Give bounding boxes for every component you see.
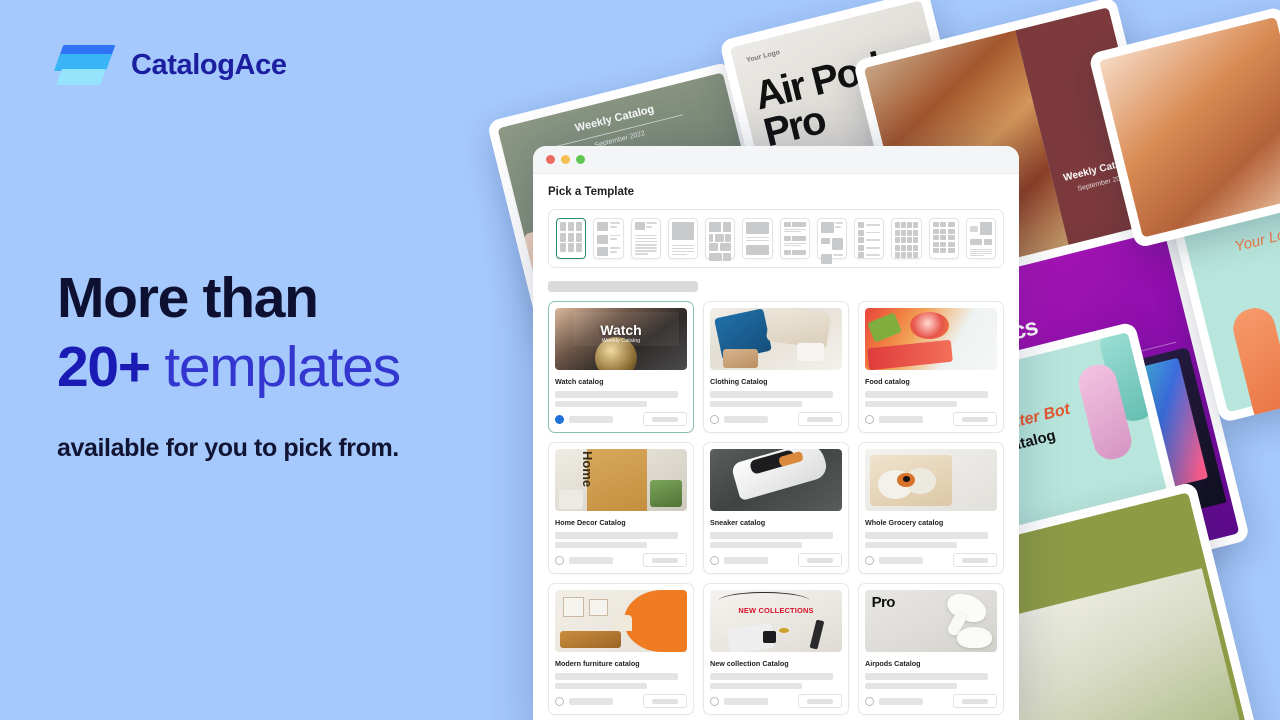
card-action-button[interactable] bbox=[798, 553, 842, 567]
card-radio-label bbox=[879, 556, 923, 564]
template-card-home-decor[interactable]: Home Home Decor Catalog bbox=[548, 442, 694, 574]
layout-thumb-dense-grid[interactable] bbox=[891, 218, 922, 259]
layout-thumb-table-list[interactable] bbox=[928, 218, 959, 259]
template-layout-strip bbox=[548, 209, 1004, 268]
card-title: Airpods Catalog bbox=[865, 659, 921, 668]
catalog-flag-logo-icon bbox=[53, 42, 116, 88]
layout-thumb-grid-3x3[interactable] bbox=[556, 218, 587, 259]
card-action-button[interactable] bbox=[798, 412, 842, 426]
card-radio[interactable] bbox=[865, 414, 874, 424]
card-radio[interactable] bbox=[710, 414, 719, 424]
card-action-button[interactable] bbox=[643, 694, 687, 708]
template-card-grid: Watch Weekly Catalog Watch catalog Cloth… bbox=[548, 301, 1004, 720]
card-thumbnail bbox=[865, 308, 997, 370]
card-title: Watch catalog bbox=[555, 377, 604, 386]
template-card-grocery[interactable]: Whole Grocery catalog bbox=[858, 442, 1004, 574]
card-radio[interactable] bbox=[555, 696, 564, 706]
card-radio[interactable] bbox=[710, 696, 719, 706]
card-radio-label bbox=[724, 556, 768, 564]
card-radio-label bbox=[879, 415, 923, 423]
card-thumbnail bbox=[710, 449, 842, 511]
card-title: Modern furniture catalog bbox=[555, 659, 640, 668]
layout-thumb-article-text[interactable] bbox=[630, 218, 661, 259]
page-title: Pick a Template bbox=[548, 186, 635, 198]
card-overlay-title: NEW COLLECTIONS bbox=[738, 606, 814, 616]
brand-lockup: CatalogAce bbox=[53, 42, 287, 88]
card-title: Food catalog bbox=[865, 377, 910, 386]
card-action-button[interactable] bbox=[953, 412, 997, 426]
layout-thumb-hero-image-text[interactable] bbox=[667, 218, 698, 259]
window-titlebar bbox=[533, 146, 1019, 174]
card-thumbnail: Watch Weekly Catalog bbox=[555, 308, 687, 370]
card-title: Whole Grocery catalog bbox=[865, 518, 944, 527]
layout-thumb-mixed-blocks[interactable] bbox=[816, 218, 847, 265]
layout-thumb-icon-list[interactable] bbox=[854, 218, 885, 259]
landing-page: Weekly Catalog September 2022 Your Logo … bbox=[0, 0, 1280, 720]
card-title: Clothing Catalog bbox=[710, 377, 768, 386]
card-overlay-title: Watch bbox=[600, 321, 642, 338]
card-radio-label bbox=[724, 415, 768, 423]
template-card-sneaker[interactable]: Sneaker catalog bbox=[703, 442, 849, 574]
layout-thumb-list-detail[interactable] bbox=[779, 218, 810, 259]
card-thumbnail: NEW COLLECTIONS bbox=[710, 590, 842, 652]
card-action-button[interactable] bbox=[953, 553, 997, 567]
card-action-button[interactable] bbox=[643, 412, 687, 426]
card-radio[interactable] bbox=[555, 555, 564, 565]
layout-thumb-two-stack[interactable] bbox=[742, 218, 773, 259]
hero-line-2-word: templates bbox=[164, 335, 401, 400]
card-thumbnail bbox=[865, 449, 997, 511]
results-placeholder-bar bbox=[548, 281, 698, 292]
card-radio-label bbox=[569, 697, 613, 705]
card-radio-label bbox=[724, 697, 768, 705]
card-action-button[interactable] bbox=[953, 694, 997, 708]
card-title: New collection Catalog bbox=[710, 659, 789, 668]
app-window: Pick a Template Watch Weekly Catalog Wat… bbox=[533, 146, 1019, 720]
card-action-button[interactable] bbox=[643, 553, 687, 567]
card-radio[interactable] bbox=[710, 555, 719, 565]
template-card-food[interactable]: Food catalog bbox=[858, 301, 1004, 433]
layout-thumb-header-article[interactable] bbox=[965, 218, 996, 259]
minimize-icon[interactable] bbox=[561, 155, 570, 164]
hero-template-count: 20+ bbox=[57, 335, 151, 400]
hero-line-1: More than bbox=[57, 266, 319, 330]
card-thumbnail bbox=[555, 590, 687, 652]
layout-thumb-mosaic[interactable] bbox=[705, 218, 736, 261]
card-overlay-sub: Weekly Catalog bbox=[601, 337, 641, 344]
card-thumbnail: Home bbox=[555, 449, 687, 511]
card-overlay-title: Home bbox=[579, 451, 595, 488]
card-radio-label bbox=[569, 556, 613, 564]
card-thumbnail: Pro bbox=[865, 590, 997, 652]
template-card-watch[interactable]: Watch Weekly Catalog Watch catalog bbox=[548, 301, 694, 433]
layout-thumb-image-text-rows[interactable] bbox=[593, 218, 624, 259]
template-card-clothing[interactable]: Clothing Catalog bbox=[703, 301, 849, 433]
card-action-button[interactable] bbox=[798, 694, 842, 708]
card-radio-label bbox=[879, 697, 923, 705]
close-icon[interactable] bbox=[546, 155, 555, 164]
template-card-new-collection[interactable]: NEW COLLECTIONS New collection Catalog bbox=[703, 583, 849, 715]
card-thumbnail bbox=[710, 308, 842, 370]
template-card-airpods[interactable]: Pro Airpods Catalog bbox=[858, 583, 1004, 715]
template-card-furniture[interactable]: Modern furniture catalog bbox=[548, 583, 694, 715]
hero-headline: More than 20+ templates bbox=[57, 265, 577, 402]
card-radio[interactable] bbox=[865, 696, 874, 706]
card-radio[interactable] bbox=[555, 414, 564, 424]
card-radio[interactable] bbox=[865, 555, 874, 565]
card-title: Home Decor Catalog bbox=[555, 518, 626, 527]
hero-subhead: available for you to pick from. bbox=[57, 434, 399, 462]
card-overlay-title: Pro bbox=[871, 593, 896, 611]
brand-name: CatalogAce bbox=[131, 48, 287, 81]
zoom-icon[interactable] bbox=[576, 155, 585, 164]
card-radio-label bbox=[569, 415, 613, 423]
card-title: Sneaker catalog bbox=[710, 518, 766, 527]
